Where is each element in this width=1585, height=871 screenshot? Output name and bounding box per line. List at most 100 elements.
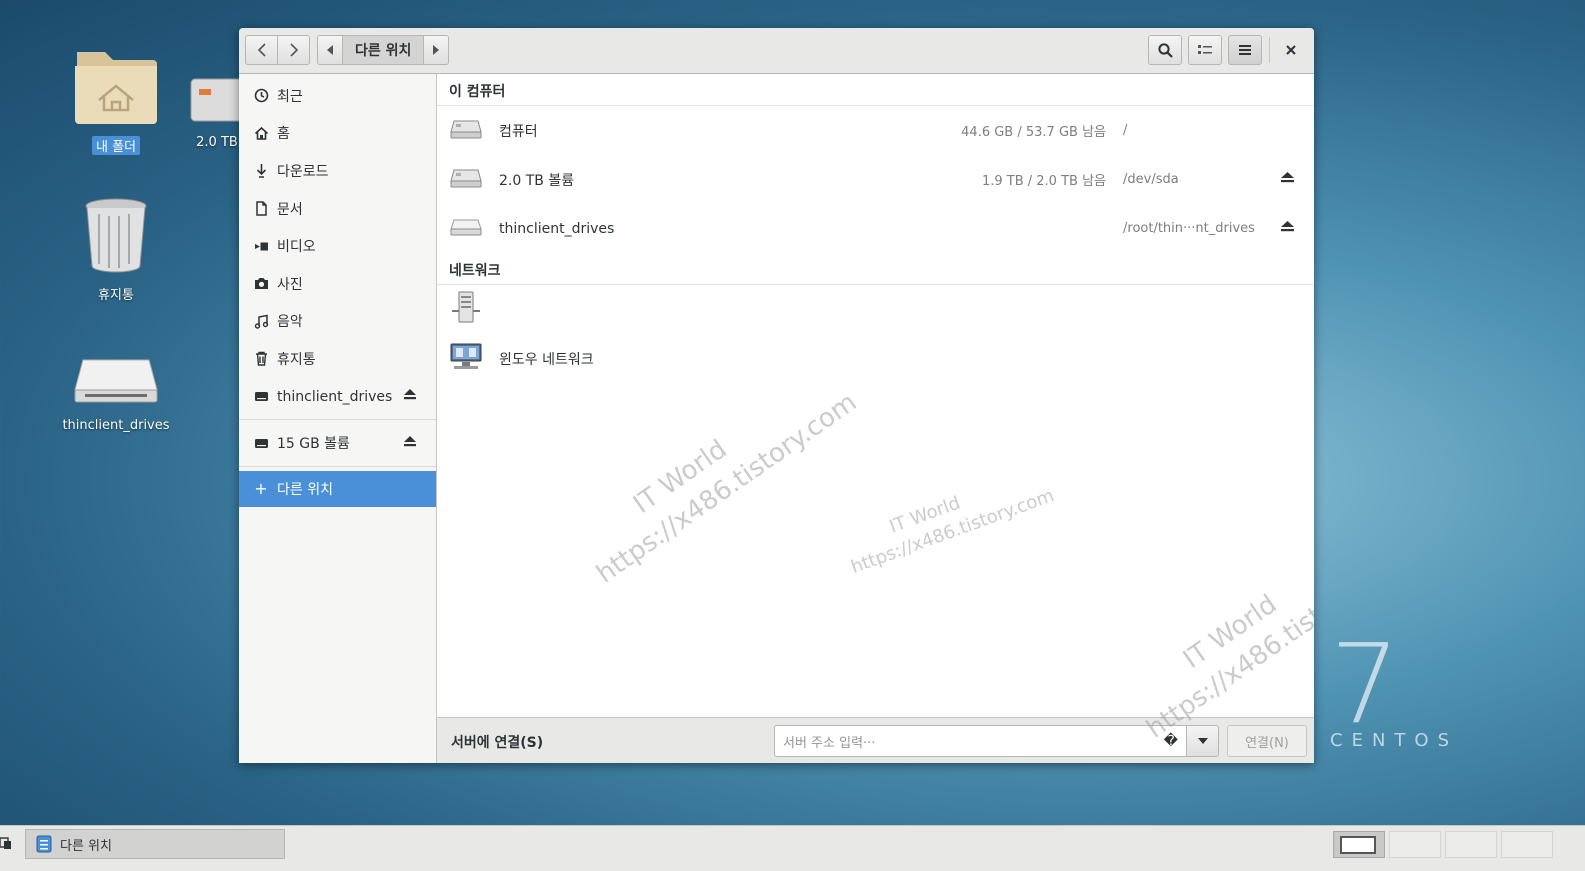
sidebar-item-other-locations[interactable]: + 다른 위치 — [239, 470, 436, 507]
workspace-3[interactable] — [1445, 831, 1497, 858]
sidebar-item-documents[interactable]: 문서 — [239, 190, 436, 228]
camera-icon — [253, 276, 269, 292]
server-address-placeholder: 서버 주소 입력··· — [783, 735, 876, 751]
view-mode-button[interactable] — [1188, 35, 1222, 65]
eject-icon — [1281, 172, 1294, 183]
eject-icon — [1281, 221, 1294, 232]
server-history-dropdown[interactable] — [1187, 725, 1219, 757]
location-mount-path: /root/thin···nt_drives — [1123, 221, 1255, 236]
sidebar-separator — [239, 419, 436, 421]
download-icon — [253, 163, 269, 179]
search-button[interactable] — [1148, 35, 1182, 65]
sidebar-item-label: 다른 위치 — [277, 481, 333, 498]
path-left-icon — [327, 45, 333, 55]
path-scroll-left-button[interactable] — [318, 36, 342, 64]
show-desktop-button[interactable] — [0, 836, 12, 854]
trash-icon — [85, 198, 147, 273]
connect-button[interactable]: 연결(N) — [1227, 725, 1307, 757]
desktop-icon-label: 2.0 TB — [196, 135, 238, 150]
location-row-computer[interactable]: 컴퓨터 44.6 GB / 53.7 GB 남음 / — [437, 106, 1314, 155]
desktop-icon-home-folder[interactable]: 내 폴더 — [56, 42, 176, 155]
drive-icon — [253, 389, 269, 405]
forward-icon — [289, 43, 298, 57]
sidebar-item-pictures[interactable]: 사진 — [239, 265, 436, 303]
network-server-icon — [450, 291, 482, 329]
path-bar: 다른 위치 — [317, 35, 450, 65]
workspace-2[interactable] — [1389, 831, 1441, 858]
sidebar-item-label: 최근 — [277, 88, 303, 105]
sidebar-item-home[interactable]: 홈 — [239, 115, 436, 153]
forward-button[interactable] — [277, 35, 310, 65]
menu-button[interactable] — [1228, 35, 1262, 65]
path-scroll-right-button[interactable] — [424, 36, 449, 64]
back-button[interactable] — [245, 35, 278, 65]
workspace-1[interactable] — [1333, 831, 1385, 858]
eject-button[interactable] — [404, 389, 416, 404]
menu-icon — [1239, 45, 1251, 55]
list-view-icon — [1198, 45, 1212, 54]
desktop-icon-label: 휴지통 — [98, 288, 134, 303]
home-icon — [253, 125, 269, 141]
taskbar: 다른 위치 — [0, 825, 1585, 871]
folder-icon — [75, 52, 157, 124]
connect-to-server-bar: 서버에 연결(S) 서버 주소 입력··· � 연결(N) — [437, 717, 1314, 763]
sidebar-item-label: 음악 — [277, 314, 303, 331]
sidebar-item-label: 비디오 — [277, 239, 316, 256]
sidebar-item-label: 사진 — [277, 276, 303, 293]
hard-drive-icon — [450, 118, 482, 144]
locations-view: 이 컴퓨터 컴퓨터 44.6 GB / 53.7 GB 남음 / 2.0 TB … — [437, 74, 1314, 717]
sidebar-item-15gb-volume[interactable]: 15 GB 볼륨 — [239, 424, 436, 462]
eject-button[interactable] — [1281, 221, 1294, 236]
drive-icon — [74, 359, 158, 403]
file-manager-window: 다른 위치 최근 홈 다운로드 문서 비디오 사진 음악 휴지통 thincli… — [239, 28, 1314, 763]
hard-drive-icon — [450, 167, 482, 193]
sidebar-item-trash[interactable]: 휴지통 — [239, 340, 436, 378]
taskbar-window-label: 다른 위치 — [60, 838, 112, 854]
desktop-icon-2tb-volume[interactable]: 2.0 TB — [175, 75, 245, 150]
path-current-segment[interactable]: 다른 위치 — [342, 36, 425, 64]
desktop-icon-label: thinclient_drives — [62, 418, 170, 433]
close-button[interactable] — [1276, 35, 1306, 65]
sidebar-item-downloads[interactable]: 다운로드 — [239, 152, 436, 190]
plus-icon: + — [254, 479, 268, 499]
location-row-thinclient-drives[interactable]: thinclient_drives /root/thin···nt_drives — [437, 204, 1314, 253]
sidebar-item-label: 다운로드 — [277, 163, 329, 180]
sidebar-item-label: 15 GB 볼륨 — [277, 436, 350, 453]
server-address-input[interactable]: 서버 주소 입력··· � — [774, 725, 1187, 757]
file-manager-icon — [36, 835, 52, 853]
location-mount-path: /dev/sda — [1123, 172, 1179, 187]
drive-icon — [253, 435, 269, 451]
sidebar: 최근 홈 다운로드 문서 비디오 사진 음악 휴지통 thinclient_dr… — [239, 74, 437, 763]
sidebar-item-thinclient-drives[interactable]: thinclient_drives — [239, 378, 436, 416]
location-name: 컴퓨터 — [499, 123, 538, 140]
taskbar-window-item[interactable]: 다른 위치 — [25, 829, 285, 859]
eject-icon — [404, 435, 416, 446]
eject-button[interactable] — [404, 435, 416, 451]
help-icon[interactable]: � — [1164, 733, 1178, 749]
connect-to-server-label: 서버에 연결(S) — [451, 735, 544, 751]
desktop-icon-trash[interactable]: 휴지통 — [56, 196, 176, 303]
location-row-network-server[interactable] — [437, 285, 1314, 334]
back-icon — [257, 43, 266, 57]
location-row-windows-network[interactable]: 윈도우 네트워크 — [437, 334, 1314, 383]
section-this-computer-title: 이 컴퓨터 — [437, 74, 1314, 106]
desktop-icon-thinclient-drives[interactable]: thinclient_drives — [56, 352, 176, 433]
workspace-4[interactable] — [1501, 831, 1553, 858]
location-row-2tb-volume[interactable]: 2.0 TB 볼륨 1.9 TB / 2.0 TB 남음 /dev/sda — [437, 155, 1314, 204]
sidebar-item-label: 홈 — [277, 126, 290, 143]
sidebar-item-recent[interactable]: 최근 — [239, 77, 436, 115]
music-icon — [253, 313, 269, 329]
clock-icon — [253, 88, 269, 104]
sidebar-item-videos[interactable]: 비디오 — [239, 227, 436, 265]
desktop-icon-label: 내 폴더 — [91, 136, 140, 155]
document-icon — [253, 201, 269, 217]
workspace-switcher-icon — [0, 837, 11, 849]
video-icon — [253, 238, 269, 254]
sidebar-separator — [239, 465, 436, 467]
location-name: thinclient_drives — [499, 220, 615, 237]
eject-button[interactable] — [1281, 172, 1294, 187]
header-bar: 다른 위치 — [239, 28, 1314, 74]
windows-network-icon — [450, 343, 482, 375]
search-icon — [1157, 42, 1173, 58]
sidebar-item-music[interactable]: 음악 — [239, 303, 436, 341]
